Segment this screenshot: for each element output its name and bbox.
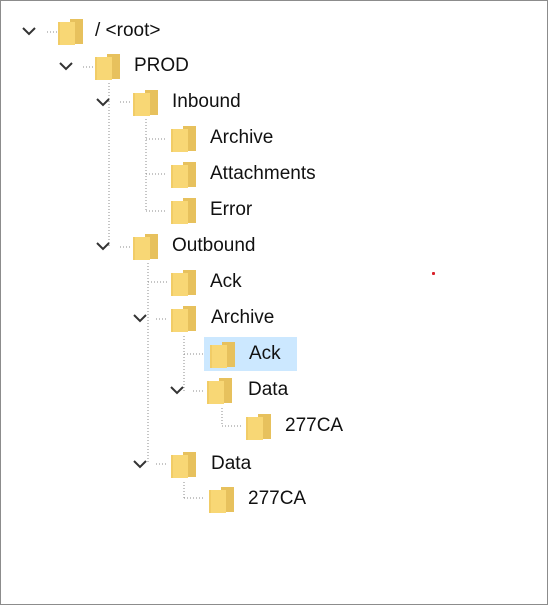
tree-node-outbound-archive-ack[interactable]: Ack [204, 337, 297, 371]
tree-node-label: Inbound [172, 91, 241, 112]
tree-node-label: Outbound [172, 235, 256, 256]
chevron-down-icon[interactable] [132, 312, 148, 324]
folder-icon [170, 197, 197, 225]
chevron-down-icon[interactable] [58, 60, 74, 72]
tree-node-label: Attachments [210, 163, 316, 184]
tree-node-outbound-data-277ca[interactable]: 277CA [206, 482, 346, 516]
chevron-down-icon[interactable] [132, 458, 148, 470]
folder-icon [170, 305, 197, 333]
folder-icon [206, 377, 233, 405]
tree-node-label: PROD [134, 55, 189, 76]
tree-node-label: 277CA [285, 415, 344, 436]
tree-node-label: 277CA [248, 488, 307, 509]
chevron-down-icon[interactable] [95, 240, 111, 252]
tree-node-label: Error [210, 199, 253, 220]
folder-tree-panel[interactable]: / <root> PROD Inbound Archive Attachment… [0, 0, 548, 605]
folder-icon [245, 413, 272, 441]
tree-node-label: Ack [249, 341, 281, 367]
chevron-down-icon[interactable] [95, 96, 111, 108]
folder-icon [132, 233, 159, 261]
tree-node-label: Data [248, 379, 289, 400]
folder-icon [170, 269, 197, 297]
tree-node-outbound[interactable]: Outbound [95, 229, 295, 263]
tree-node-inbound-attachments[interactable]: Attachments [168, 157, 358, 191]
folder-icon [170, 451, 197, 479]
folder-icon [94, 53, 121, 81]
folder-icon [209, 341, 236, 369]
folder-icon [132, 89, 159, 117]
tree-node-inbound-archive[interactable]: Archive [168, 121, 308, 155]
chevron-down-icon[interactable] [21, 25, 37, 37]
folder-icon [170, 161, 197, 189]
tree-node-inbound[interactable]: Inbound [95, 85, 275, 119]
stray-marker [432, 272, 435, 275]
tree-node-label: Archive [211, 307, 275, 328]
chevron-down-icon[interactable] [169, 384, 185, 396]
folder-icon [57, 18, 84, 46]
tree-node-outbound-ack[interactable]: Ack [168, 265, 278, 299]
folder-icon [170, 125, 197, 153]
tree-node-root[interactable]: / <root> [21, 14, 221, 48]
folder-icon [208, 486, 235, 514]
tree-node-label: Archive [210, 127, 274, 148]
tree-node-outbound-data[interactable]: Data [132, 447, 302, 481]
tree-node-label: / <root> [95, 20, 161, 41]
tree-node-inbound-error[interactable]: Error [168, 193, 288, 227]
tree-node-outbound-archive-data[interactable]: Data [169, 373, 339, 407]
tree-node-outbound-archive[interactable]: Archive [132, 301, 312, 335]
tree-node-label: Ack [210, 271, 242, 292]
tree-node-label: Data [211, 453, 252, 474]
tree-node-outbound-archive-data-277ca[interactable]: 277CA [243, 409, 383, 443]
tree-node-prod[interactable]: PROD [58, 49, 208, 83]
